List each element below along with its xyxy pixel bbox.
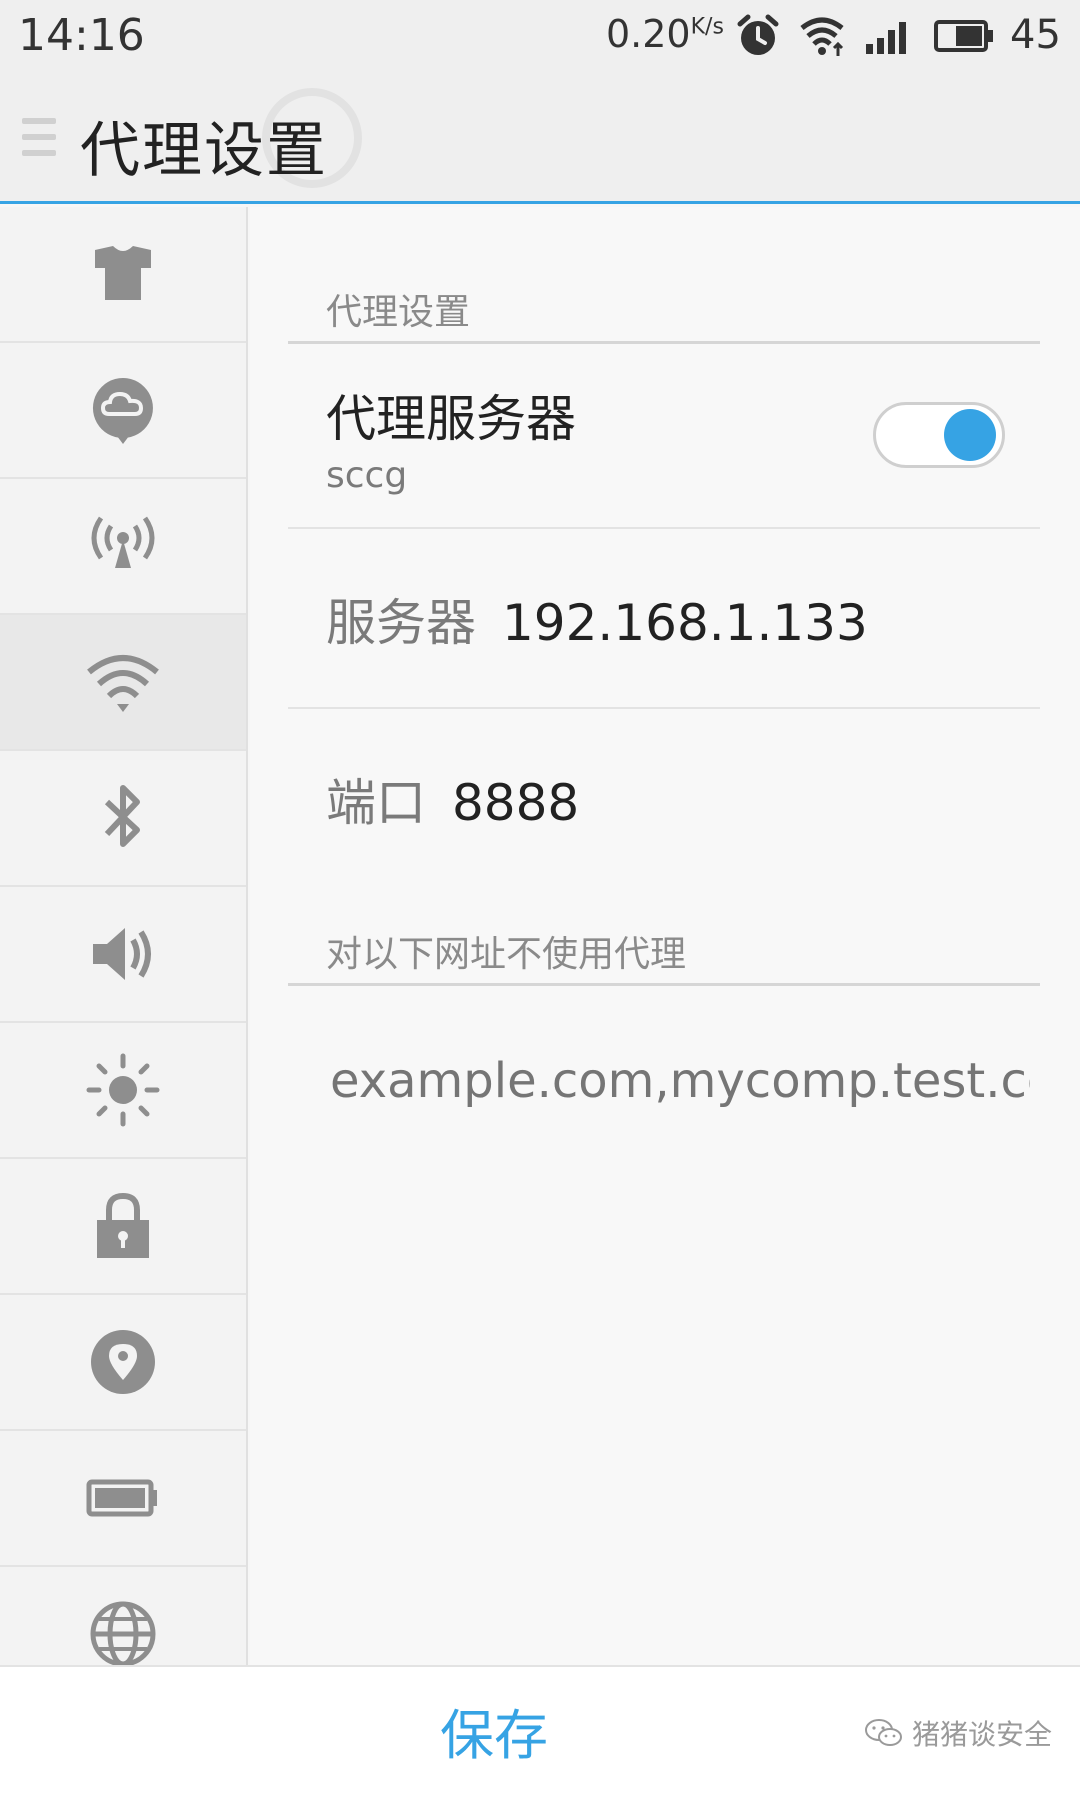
bottom-action-bar: 保存 猪猪谈安全 xyxy=(0,1665,1080,1800)
section-divider xyxy=(288,983,1040,986)
bypass-list-input[interactable] xyxy=(330,1053,1030,1109)
proxy-toggle[interactable] xyxy=(873,402,1005,468)
signal-icon xyxy=(866,22,906,54)
row-divider xyxy=(288,527,1040,529)
location-icon xyxy=(91,1330,155,1394)
bluetooth-icon xyxy=(104,785,140,847)
wechat-icon xyxy=(865,1719,902,1746)
sound-icon xyxy=(93,928,151,980)
header: 代理设置 xyxy=(0,74,1080,204)
sidebar-item-bluetooth[interactable] xyxy=(0,751,246,887)
sidebar-item-display[interactable] xyxy=(0,1023,246,1159)
sidebar-item-sound[interactable] xyxy=(0,887,246,1023)
sidebar-item-battery[interactable] xyxy=(0,1431,246,1567)
sidebar-item-cloud[interactable] xyxy=(0,343,246,479)
sidebar-item-location[interactable] xyxy=(0,1295,246,1431)
network-speed-unit: K/s xyxy=(690,14,724,40)
network-speed: 0.20K/s xyxy=(606,12,724,56)
lock-icon xyxy=(97,1192,149,1258)
battery-status-icon xyxy=(934,20,993,52)
battery-level: 45 xyxy=(1010,12,1061,58)
wifi-status-icon xyxy=(800,17,844,56)
brightness-icon xyxy=(86,1053,160,1127)
settings-sidebar xyxy=(0,207,248,1665)
row-divider xyxy=(288,707,1040,709)
sidebar-item-language[interactable] xyxy=(0,1567,246,1665)
section-header-proxy: 代理设置 xyxy=(326,292,471,333)
network-speed-value: 0.20 xyxy=(606,12,691,56)
section-divider xyxy=(288,341,1040,344)
sidebar-item-wifi[interactable] xyxy=(0,615,246,751)
watermark: 猪猪谈安全 xyxy=(864,1713,1052,1753)
proxy-settings-panel: 代理设置 代理服务器 sccg 服务器 192.168.1.133 端口 8888 … xyxy=(250,207,1080,1665)
watermark-text: 猪猪谈安全 xyxy=(912,1718,1053,1751)
globe-icon xyxy=(90,1601,156,1665)
cloud-bubble-icon xyxy=(92,378,153,444)
battery-icon xyxy=(86,1479,157,1517)
server-row[interactable]: 服务器 192.168.1.133 xyxy=(326,583,868,655)
menu-icon[interactable] xyxy=(22,118,56,164)
sidebar-item-hotspot[interactable] xyxy=(0,479,246,615)
sidebar-item-security[interactable] xyxy=(0,1159,246,1295)
server-label: 服务器 xyxy=(326,594,476,652)
status-time: 14:16 xyxy=(18,10,145,61)
toggle-knob xyxy=(944,409,996,461)
port-label: 端口 xyxy=(326,774,426,832)
port-value: 8888 xyxy=(452,774,580,832)
section-header-bypass: 对以下网址不使用代理 xyxy=(326,934,687,975)
port-row[interactable]: 端口 8888 xyxy=(326,763,579,835)
proxy-server-title: 代理服务器 xyxy=(326,390,576,448)
sidebar-item-theme[interactable] xyxy=(0,207,246,343)
proxy-server-name: sccg xyxy=(326,455,408,496)
save-button[interactable]: 保存 xyxy=(440,1691,548,1770)
server-value: 192.168.1.133 xyxy=(502,594,868,652)
hotspot-icon xyxy=(91,516,155,568)
wifi-icon xyxy=(87,655,159,712)
status-bar: 14:16 0.20K/s 45 xyxy=(0,0,1080,74)
touch-ripple xyxy=(262,88,362,188)
alarm-icon xyxy=(737,14,779,55)
theme-shirt-icon xyxy=(95,246,151,300)
